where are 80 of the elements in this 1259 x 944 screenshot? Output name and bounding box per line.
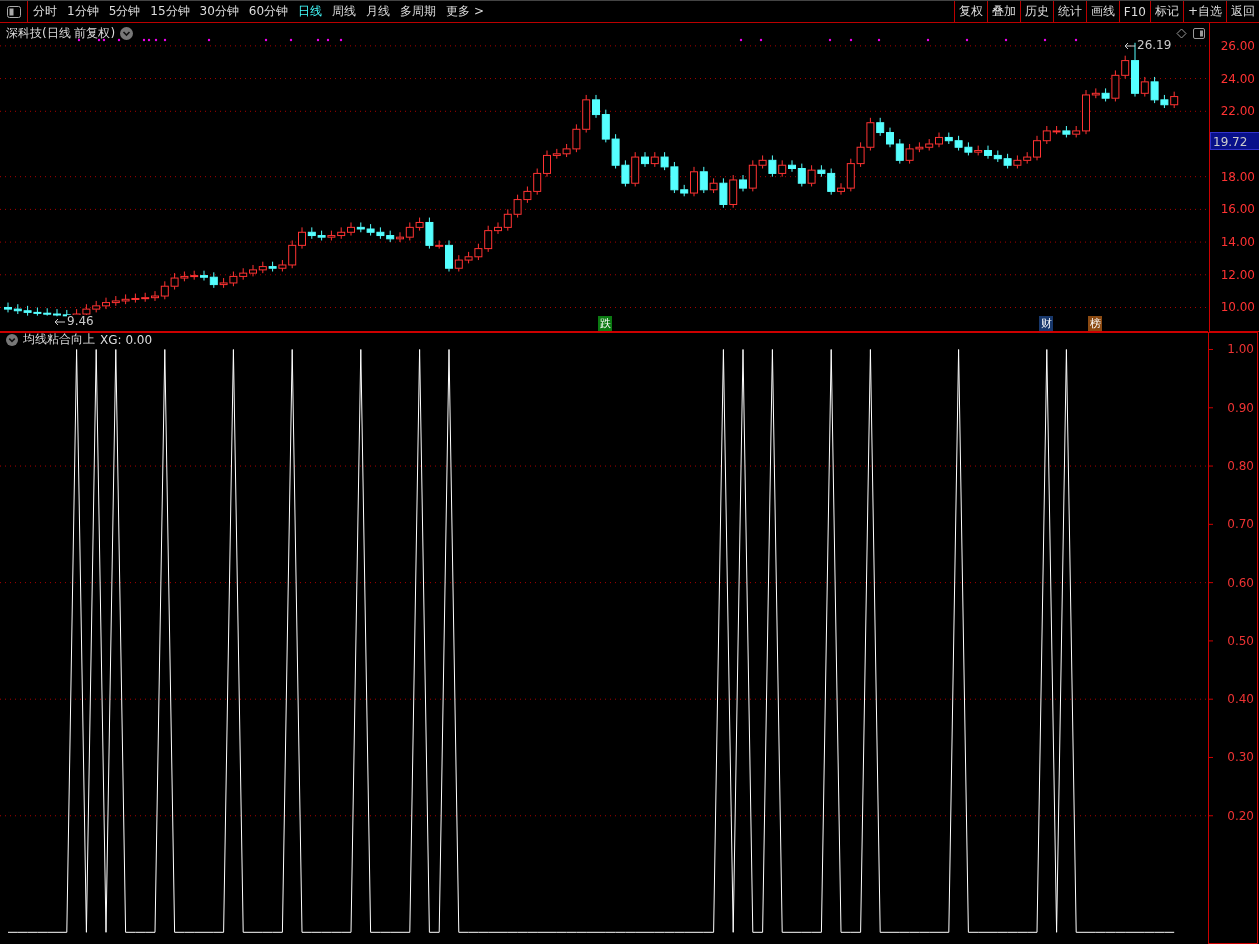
axis-label: 12.00 [1220,267,1255,282]
candlestick [719,177,728,209]
toolbar-button[interactable]: 返回 [1226,1,1259,22]
candlestick [209,271,218,289]
candlestick [592,94,600,119]
axis-label: 24.00 [1220,71,1255,86]
event-marker[interactable]: 财 [1039,316,1053,331]
period-tab[interactable]: 30分钟 [194,1,244,22]
candlestick [200,270,208,281]
candlestick [935,132,943,148]
period-tab[interactable]: 周线 [327,1,362,22]
toolbar-button[interactable]: 复权 [953,1,987,22]
period-tab[interactable]: 日线 [293,1,328,22]
toolbar-button[interactable]: 叠加 [986,1,1020,22]
candlestick [494,221,502,235]
chevron-down-icon[interactable] [120,27,134,40]
period-tab[interactable]: 多周期 [395,1,442,22]
candlestick [984,145,992,160]
candlestick [445,239,453,273]
panel-toggle-icon[interactable] [6,5,21,18]
arrow-icon [54,317,66,326]
candlestick [641,151,649,168]
candlestick [788,159,796,173]
candlestick [690,166,698,197]
chart-title: 深科技(日线 前复权) [6,25,116,42]
axis-label: 26.00 [1220,38,1255,53]
candlestick [768,154,777,178]
axis-label: 0.80 [1227,459,1254,474]
candlestick [709,177,718,194]
axis-label: 0.60 [1227,575,1254,590]
toolbar-button[interactable]: +自选 [1182,1,1226,22]
toolbar-button[interactable]: 统计 [1052,1,1086,22]
axis-label: 0.70 [1227,517,1254,532]
axis-label: 0.40 [1227,692,1254,707]
candlestick [347,221,355,237]
event-marker[interactable]: 榜 [1088,316,1102,331]
indicator-name: 均线粘合向上 [23,331,95,348]
candlestick [1131,42,1139,98]
period-tab[interactable]: 分时 [28,1,62,22]
axis-label: 0.20 [1227,808,1254,823]
axis-label: 14.00 [1220,235,1255,250]
axis-label: 0.90 [1227,400,1254,415]
period-tab[interactable]: 更多 > [441,1,489,22]
high-price-label: 26.19 [1137,39,1172,52]
arrow-icon [1124,41,1136,50]
axis-label: 16.00 [1220,202,1255,217]
event-marker[interactable]: 跌 [598,316,612,331]
candlestick [739,174,747,192]
candlestick [298,226,306,250]
toolbar-button[interactable]: 标记 [1149,1,1183,22]
panel-icon[interactable] [1193,28,1205,39]
toolbar-button[interactable]: F10 [1118,1,1150,22]
candlestick [4,302,12,313]
candlestick [837,182,845,196]
axis-label: 1.00 [1227,342,1254,357]
diamond-icon[interactable] [1176,28,1187,39]
axis-label: 10.00 [1220,300,1255,315]
period-tab[interactable]: 月线 [361,1,396,22]
candlestick [886,127,894,148]
axis-label: 18.00 [1220,169,1255,184]
period-tab[interactable]: 1分钟 [62,1,104,22]
period-tab[interactable]: 60分钟 [243,1,294,22]
candlestick [249,264,257,277]
chevron-down-icon[interactable] [6,333,18,346]
indicator-reading: XG: 0.00 [100,332,153,347]
low-price-label: 9.46 [67,315,94,328]
candlestick [102,297,110,310]
axis-label: 0.50 [1227,633,1254,648]
axis-label: 0.30 [1227,750,1254,765]
candlestick [1033,135,1041,161]
candlestick [1082,89,1090,135]
period-tab[interactable]: 15分钟 [145,1,195,22]
toolbar-button[interactable]: 历史 [1019,1,1053,22]
axis-label: 22.00 [1220,104,1255,119]
candlestick [543,150,551,178]
candlestick [151,290,159,302]
candlestick [778,159,787,178]
period-tab[interactable]: 5分钟 [103,1,146,22]
toolbar-button[interactable]: 画线 [1085,1,1119,22]
current-price-label: 19.72 [1210,132,1259,150]
